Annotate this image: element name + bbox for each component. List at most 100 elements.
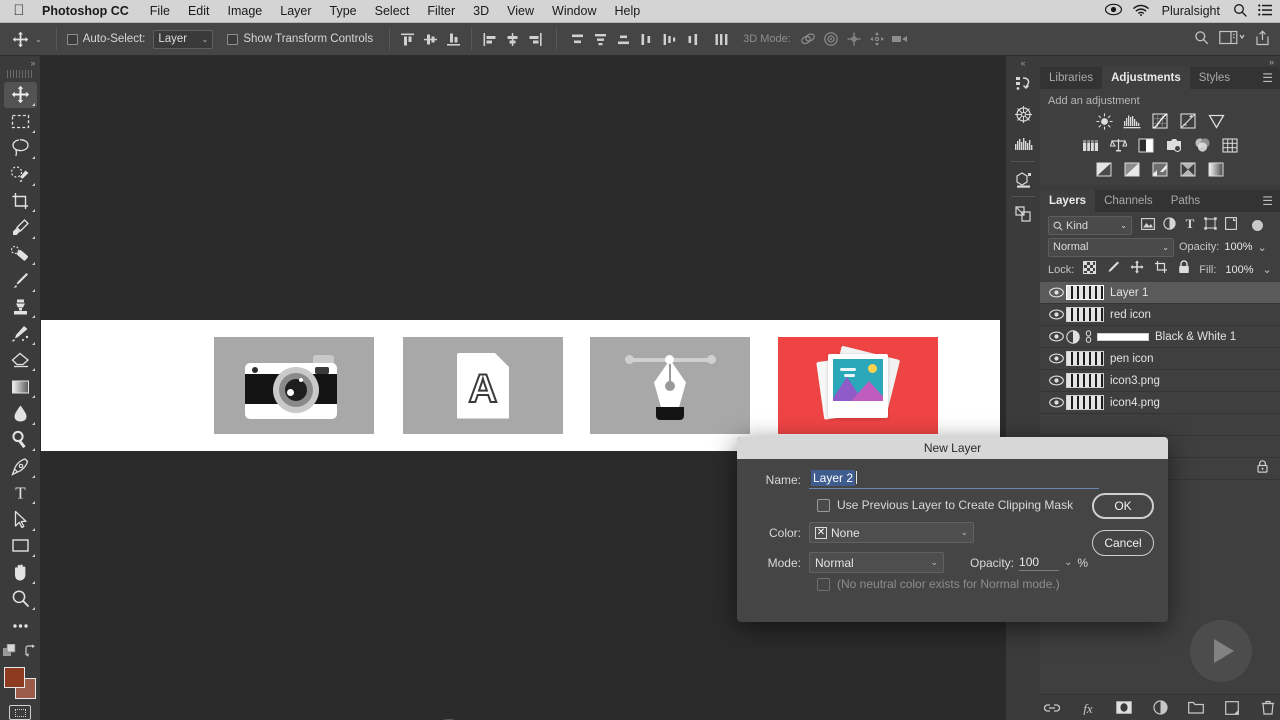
do-not-disturb-icon[interactable] (1104, 3, 1122, 19)
auto-select-checkbox-group[interactable]: Auto-Select: (63, 33, 150, 45)
layer-row-icon3-png[interactable]: icon3.png (1040, 370, 1280, 392)
tool-type[interactable]: T (4, 480, 37, 507)
lock-artboard-icon[interactable] (1154, 260, 1168, 279)
wifi-icon[interactable] (1132, 4, 1149, 19)
add-layer-style-icon[interactable]: fx (1080, 700, 1096, 716)
tool-clone-stamp[interactable] (4, 294, 37, 321)
toolbar-drag-handle[interactable] (7, 69, 33, 78)
workspace-icon[interactable] (1219, 30, 1245, 48)
histogram-panel-icon[interactable] (1008, 129, 1038, 159)
opacity-value[interactable]: 100% (1224, 241, 1252, 253)
apple-menu-icon[interactable]:  (0, 3, 38, 20)
layer-thumbnail[interactable] (1066, 373, 1104, 388)
tool-path-selection[interactable] (4, 506, 37, 533)
navigator-panel-icon[interactable] (1008, 99, 1038, 129)
properties-panel-icon[interactable] (1008, 164, 1038, 194)
distribute-bottom-edges-icon[interactable] (612, 28, 635, 50)
invert-icon[interactable] (1095, 161, 1114, 177)
smart-object-filter-icon[interactable] (1225, 216, 1237, 235)
layer-name[interactable]: pen icon (1110, 353, 1153, 365)
tool-eraser[interactable] (4, 347, 37, 374)
menu-type[interactable]: Type (321, 0, 366, 23)
tool-edit-toolbar[interactable] (4, 612, 37, 639)
menu-layer[interactable]: Layer (271, 0, 320, 23)
menu-select[interactable]: Select (366, 0, 419, 23)
new-layer-dialog[interactable]: New Layer Name: Layer 2 Use Previous Lay… (737, 437, 1168, 622)
distribute-horizontal-centers-icon[interactable] (658, 28, 681, 50)
tool-spot-healing-brush[interactable] (4, 241, 37, 268)
foreground-color-swatch[interactable] (4, 666, 25, 688)
menu-file[interactable]: File (141, 0, 179, 23)
tool-pen[interactable] (4, 453, 37, 480)
show-transform-controls-group[interactable]: Show Transform Controls (223, 33, 377, 45)
menu-3d[interactable]: 3D (464, 0, 498, 23)
shape-filter-icon[interactable] (1204, 216, 1217, 235)
slide-3d-icon[interactable] (866, 28, 889, 50)
layer-name-input[interactable]: Layer 2 (809, 470, 1099, 489)
photo-filter-icon[interactable] (1165, 137, 1184, 153)
align-bottom-edges-icon[interactable] (442, 28, 465, 50)
blend-mode-select[interactable]: Normal ⌄ (1048, 237, 1174, 257)
new-adjustment-layer-icon[interactable] (1152, 700, 1168, 716)
orbit-3d-icon[interactable] (797, 28, 820, 50)
default-colors-icon[interactable] (3, 643, 16, 662)
tab-paths[interactable]: Paths (1162, 190, 1209, 212)
tab-adjustments[interactable]: Adjustments (1102, 67, 1190, 89)
pan-3d-icon[interactable] (843, 28, 866, 50)
tool-crop[interactable] (4, 188, 37, 215)
tool-zoom[interactable] (4, 586, 37, 613)
roll-3d-icon[interactable] (820, 28, 843, 50)
black-and-white-icon[interactable] (1137, 137, 1156, 153)
tool-lasso[interactable] (4, 135, 37, 162)
tool-preset-caret[interactable]: ⌄ (35, 35, 42, 44)
lock-all-icon[interactable] (1178, 260, 1190, 279)
cancel-button[interactable]: Cancel (1092, 530, 1154, 556)
layer-thumbnail[interactable] (1066, 307, 1104, 322)
tool-quick-selection[interactable] (4, 161, 37, 188)
camera-icon-tile[interactable] (214, 337, 374, 434)
fill-value[interactable]: 100% (1225, 264, 1253, 276)
lock-position-icon[interactable] (1130, 260, 1144, 279)
levels-icon[interactable] (1123, 113, 1142, 129)
layer-name[interactable]: Layer 1 (1110, 287, 1148, 299)
control-center-icon[interactable] (1258, 4, 1272, 19)
pen-icon-tile[interactable] (590, 337, 750, 434)
tool-hand[interactable] (4, 559, 37, 586)
mode-select[interactable]: Normal ⌄ (809, 552, 944, 573)
layer-thumbnail[interactable] (1066, 395, 1104, 410)
type-filter-icon[interactable]: T (1184, 216, 1196, 235)
opacity-chevron-down-icon[interactable]: ⌄ (1064, 557, 1072, 568)
clipping-mask-checkbox[interactable] (817, 498, 830, 512)
panel-menu-icon[interactable]: ☰ (1262, 195, 1280, 207)
photos-icon-tile[interactable] (778, 337, 938, 434)
color-select[interactable]: ✕ None ⌄ (809, 522, 974, 543)
tool-history-brush[interactable] (4, 320, 37, 347)
share-icon[interactable] (1255, 29, 1270, 49)
layer-thumbnail[interactable] (1066, 351, 1104, 366)
layer-row-pen-icon[interactable]: pen icon (1040, 348, 1280, 370)
tool-eyedropper[interactable] (4, 214, 37, 241)
layer-visibility-icon[interactable] (1046, 397, 1066, 408)
tab-libraries[interactable]: Libraries (1040, 67, 1102, 89)
tool-gradient[interactable] (4, 373, 37, 400)
tool-blur[interactable] (4, 400, 37, 427)
hue-saturation-icon[interactable] (1081, 137, 1100, 153)
layer-visibility-icon[interactable] (1046, 353, 1066, 364)
layer-row-icon4-png[interactable]: icon4.png (1040, 392, 1280, 414)
posterize-icon[interactable] (1123, 161, 1142, 177)
menu-window[interactable]: Window (543, 0, 605, 23)
tool-brush[interactable] (4, 267, 37, 294)
delete-layer-icon[interactable] (1260, 700, 1276, 716)
fill-chevron-down-icon[interactable]: ⌄ (1263, 263, 1272, 276)
search-icon[interactable] (1194, 30, 1209, 48)
color-balance-icon[interactable] (1109, 137, 1128, 153)
distribute-left-edges-icon[interactable] (635, 28, 658, 50)
menu-filter[interactable]: Filter (418, 0, 464, 23)
tool-dodge[interactable] (4, 427, 37, 454)
scale-3d-icon[interactable] (889, 28, 912, 50)
layer-visibility-icon[interactable] (1046, 287, 1066, 298)
gradient-map-icon[interactable] (1207, 161, 1226, 177)
filter-toggle-icon[interactable] (1252, 220, 1263, 231)
menu-edit[interactable]: Edit (179, 0, 219, 23)
swap-colors-icon[interactable] (24, 644, 37, 662)
